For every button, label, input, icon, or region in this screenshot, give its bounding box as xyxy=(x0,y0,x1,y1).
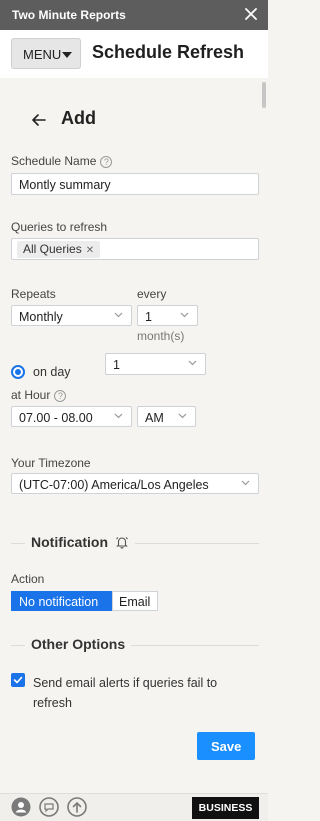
notification-title-text: Notification xyxy=(31,534,108,550)
every-select[interactable]: 1 xyxy=(137,305,198,326)
no-notification-toggle[interactable]: No notification xyxy=(11,591,112,611)
email-toggle[interactable]: Email xyxy=(112,591,158,611)
email-alerts-label-line2: refresh xyxy=(33,696,72,710)
hour-value: 07.00 - 08.00 xyxy=(19,411,93,425)
on-day-label: on day xyxy=(33,365,71,379)
every-value: 1 xyxy=(145,310,152,324)
titlebar: Two Minute Reports xyxy=(0,0,268,30)
menu-button[interactable]: MENU xyxy=(11,38,81,69)
on-day-value: 1 xyxy=(113,358,120,372)
save-button-label: Save xyxy=(211,739,242,754)
at-hour-label-text: at Hour xyxy=(11,388,51,402)
chevron-down-icon xyxy=(188,360,197,366)
email-alerts-checkbox[interactable] xyxy=(11,673,25,687)
repeats-select[interactable]: Monthly xyxy=(11,305,132,326)
back-arrow-icon[interactable] xyxy=(31,112,47,128)
timezone-value: (UTC-07:00) America/Los Angeles xyxy=(19,478,209,492)
save-button[interactable]: Save xyxy=(197,732,255,760)
plan-badge: BUSINESS xyxy=(192,797,259,819)
action-label: Action xyxy=(11,572,45,586)
schedule-name-label: Schedule Name? xyxy=(11,154,113,168)
schedule-name-label-text: Schedule Name xyxy=(11,154,97,168)
chevron-down-icon xyxy=(241,480,250,486)
at-hour-label: at Hour? xyxy=(11,388,67,402)
query-chip: All Queries ✕ xyxy=(17,241,101,258)
chevron-down-icon xyxy=(114,413,123,419)
footer-bar: BUSINESS xyxy=(0,793,268,821)
query-chip-label: All Queries xyxy=(23,242,82,256)
timezone-select[interactable]: (UTC-07:00) America/Los Angeles xyxy=(11,473,259,494)
menu-button-label: MENU xyxy=(23,47,62,62)
chip-remove-icon[interactable]: ✕ xyxy=(86,245,94,256)
chevron-down-icon xyxy=(178,413,187,419)
every-label: every xyxy=(137,287,167,301)
chat-icon[interactable] xyxy=(39,797,59,817)
chevron-down-icon xyxy=(180,312,189,318)
timezone-label: Your Timezone xyxy=(11,456,91,470)
no-notification-label: No notification xyxy=(19,595,99,609)
app-title: Schedule Refresh xyxy=(92,42,245,62)
chevron-down-icon xyxy=(114,312,123,318)
app-header: MENU Schedule Refresh xyxy=(0,30,268,78)
notification-section-title: Notification xyxy=(25,534,135,550)
email-label: Email xyxy=(119,595,151,609)
on-day-radio[interactable] xyxy=(11,365,25,379)
hour-select[interactable]: 07.00 - 08.00 xyxy=(11,406,132,427)
schedule-name-input[interactable]: Montly summary xyxy=(11,173,259,195)
queries-label: Queries to refresh xyxy=(11,220,108,234)
ampm-value: AM xyxy=(145,411,164,425)
email-alerts-label-line1: Send email alerts if queries fail to xyxy=(33,676,218,690)
help-icon[interactable]: ? xyxy=(54,389,67,402)
page-heading: Add xyxy=(61,108,96,128)
email-alerts-label: Send email alerts if queries fail to ref… xyxy=(33,673,217,713)
caret-down-icon xyxy=(62,52,72,58)
repeats-value: Monthly xyxy=(19,310,63,324)
account-icon[interactable] xyxy=(11,797,31,817)
upgrade-icon[interactable] xyxy=(67,797,87,817)
on-day-select[interactable]: 1 xyxy=(105,353,206,375)
ampm-select[interactable]: AM xyxy=(137,406,196,427)
help-icon[interactable]: ? xyxy=(100,155,113,168)
close-icon[interactable] xyxy=(243,6,259,22)
repeats-label: Repeats xyxy=(11,287,56,301)
window-title: Two Minute Reports xyxy=(12,8,126,22)
checkmark-icon xyxy=(13,676,23,684)
scrollbar[interactable] xyxy=(262,82,266,108)
schedule-name-value: Montly summary xyxy=(19,178,111,192)
other-options-section-title: Other Options xyxy=(25,636,132,652)
bell-icon xyxy=(116,537,128,549)
every-unit: month(s) xyxy=(137,329,185,343)
